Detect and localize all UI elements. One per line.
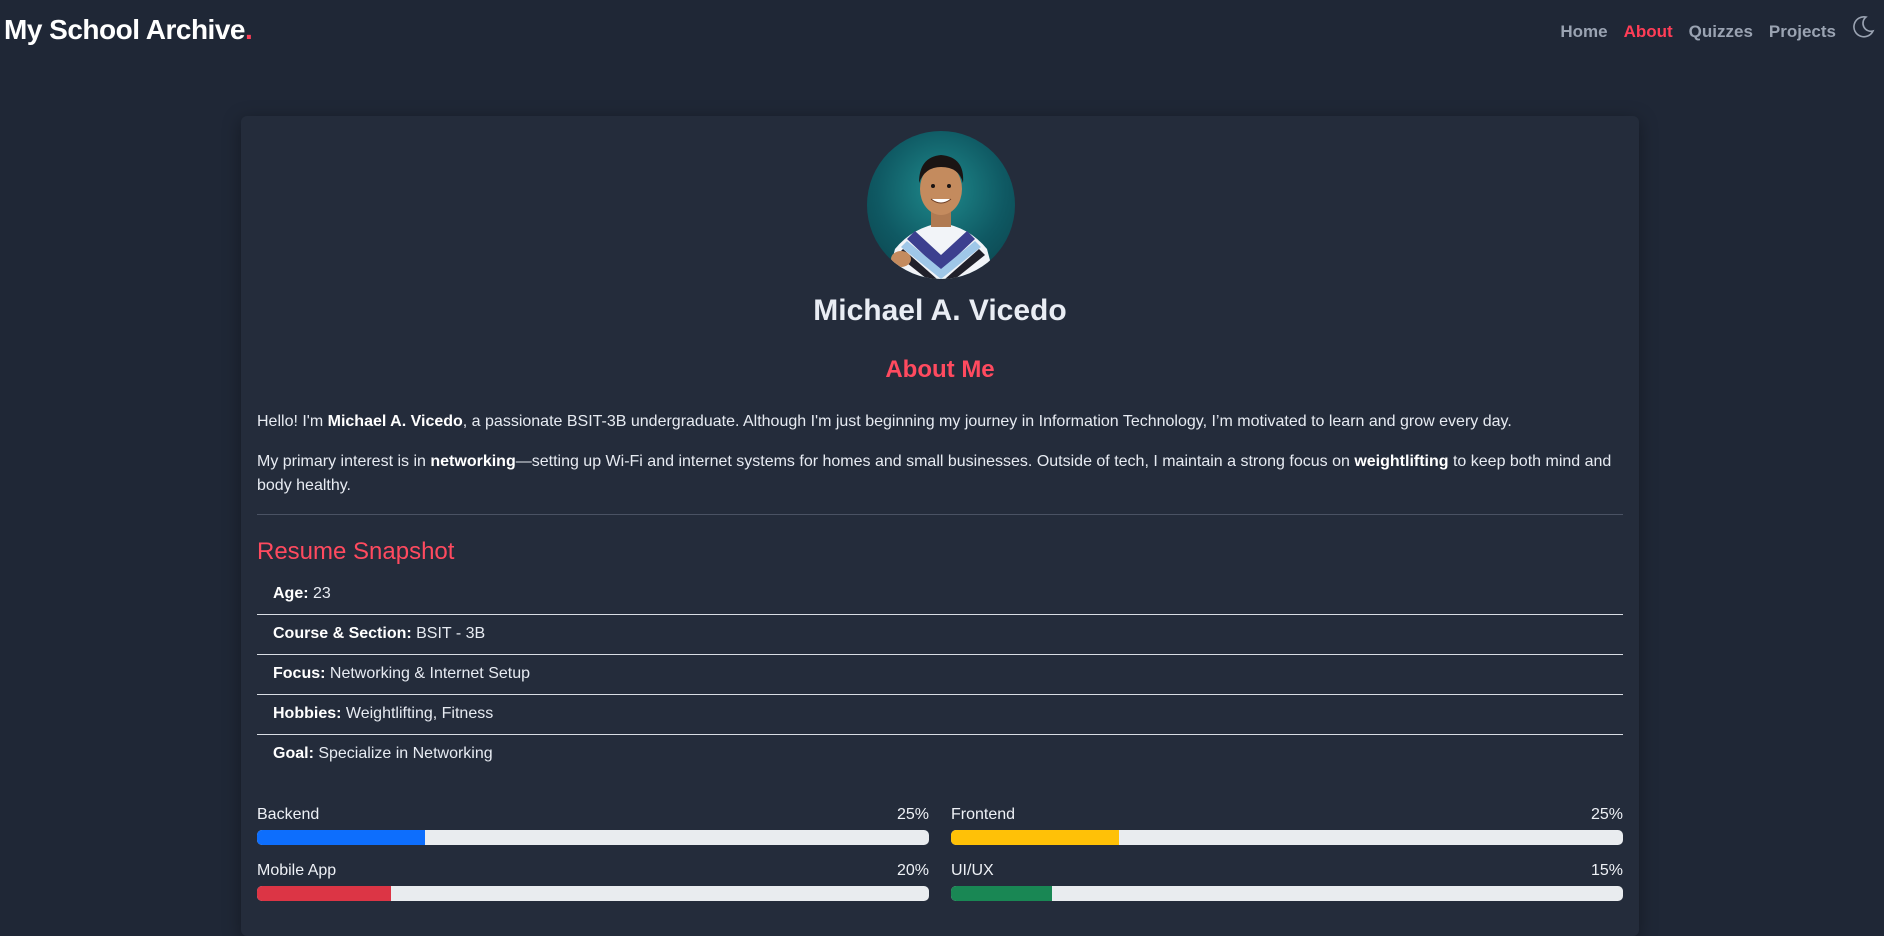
intro-name-bold: Michael A. Vicedo [327, 413, 463, 430]
nav-link-projects[interactable]: Projects [1769, 22, 1836, 42]
skill-progress-fill [257, 830, 425, 845]
resume-label: Goal: [273, 745, 314, 762]
resume-item-goal: Goal: Specialize in Networking [257, 735, 1623, 775]
skill-percent: 20% [896, 862, 929, 879]
resume-label: Age: [273, 585, 309, 602]
skill-progress-fill [257, 886, 392, 901]
skill-mobile-app: Mobile App 20% [257, 862, 929, 901]
skill-progress-fill [951, 830, 1119, 845]
skill-frontend: Frontend 25% [951, 806, 1623, 845]
resume-item-hobbies: Hobbies: Weightlifting, Fitness [257, 695, 1623, 735]
brand-text: My School Archive [4, 14, 245, 45]
skill-progress-bar [951, 886, 1623, 901]
skill-percent: 25% [896, 806, 929, 823]
skill-progress-bar [951, 830, 1623, 845]
nav-link-home[interactable]: Home [1560, 22, 1607, 42]
skill-percent: 15% [1590, 862, 1623, 879]
intro-text-2: , a passionate BSIT-3B undergraduate. Al… [462, 413, 1512, 430]
interest-weightlifting-bold: weightlifting [1354, 453, 1449, 470]
about-heading: About Me [885, 356, 995, 383]
resume-value: Specialize in Networking [313, 745, 493, 762]
resume-item-course: Course & Section: BSIT - 3B [257, 615, 1623, 655]
intro-text-1: Hello! I'm [257, 413, 328, 430]
resume-value: Networking & Internet Setup [325, 665, 531, 682]
resume-value: 23 [308, 585, 331, 602]
interest-text-1: My primary interest is in [257, 453, 431, 470]
skill-name: UI/UX [951, 862, 994, 879]
intro-paragraph: Hello! I'm Michael A. Vicedo, a passiona… [257, 410, 1623, 434]
skill-progress-bar [257, 830, 929, 845]
moon-icon[interactable] [1850, 14, 1876, 40]
nav-link-quizzes[interactable]: Quizzes [1689, 22, 1753, 42]
skill-progress-bar [257, 886, 929, 901]
skill-name: Mobile App [257, 862, 337, 879]
skill-percent: 25% [1590, 806, 1623, 823]
skill-name: Backend [257, 806, 320, 823]
resume-label: Course & Section: [273, 625, 412, 642]
interest-text-2: —setting up Wi-Fi and internet systems f… [515, 453, 1355, 470]
resume-value: BSIT - 3B [411, 625, 486, 642]
navbar: My School Archive. Home About Quizzes Pr… [0, 0, 1884, 64]
resume-list: Age: 23 Course & Section: BSIT - 3B Focu… [257, 575, 1623, 775]
nav-links: Home About Quizzes Projects [1560, 22, 1836, 42]
about-card: Michael A. Vicedo About Me Hello! I'm Mi… [241, 116, 1639, 936]
profile-avatar [867, 131, 1015, 279]
interest-paragraph: My primary interest is in networking—set… [257, 450, 1623, 498]
resume-value: Weightlifting, Fitness [341, 705, 494, 722]
site-brand[interactable]: My School Archive. [4, 14, 253, 46]
brand-dot: . [244, 14, 253, 45]
skill-progress-fill [951, 886, 1052, 901]
resume-item-focus: Focus: Networking & Internet Setup [257, 655, 1623, 695]
resume-heading: Resume Snapshot [257, 538, 455, 565]
resume-label: Hobbies: [273, 705, 342, 722]
profile-photo [887, 155, 995, 279]
skill-name: Frontend [951, 806, 1016, 823]
resume-label: Focus: [273, 665, 326, 682]
interest-networking-bold: networking [430, 453, 516, 470]
section-divider [257, 514, 1623, 515]
resume-item-age: Age: 23 [257, 575, 1623, 615]
skill-ui-ux: UI/UX 15% [951, 862, 1623, 901]
nav-link-about[interactable]: About [1624, 22, 1673, 42]
skill-backend: Backend 25% [257, 806, 929, 845]
profile-name: Michael A. Vicedo [813, 294, 1067, 327]
